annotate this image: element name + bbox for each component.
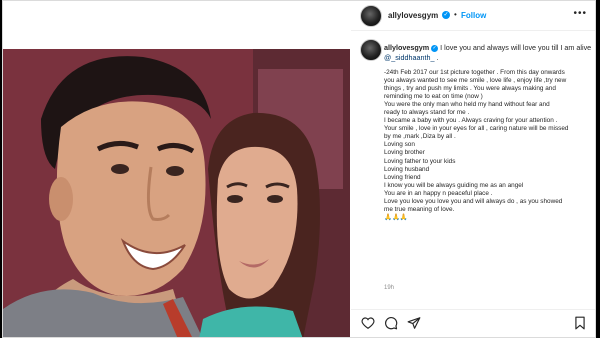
author-username[interactable]: allylovesgym bbox=[388, 11, 438, 20]
author-avatar[interactable] bbox=[360, 5, 382, 27]
verified-badge-icon: ✓ bbox=[442, 11, 450, 19]
caption-line: Loving friend bbox=[384, 173, 421, 181]
caption-emoji-line: 🙏🙏🙏 bbox=[384, 213, 408, 221]
caption-line: -24th Feb 2017 our 1st picture together … bbox=[384, 69, 565, 76]
caption-author-avatar[interactable] bbox=[360, 39, 382, 61]
follow-button[interactable]: Follow bbox=[461, 11, 486, 20]
caption-line: Loving husband bbox=[384, 165, 430, 173]
caption-section: allylovesgym ✓ I love you and always wil… bbox=[351, 31, 595, 293]
caption-line: I know you will be always guiding me as … bbox=[384, 181, 524, 189]
caption-line: you always wanted to see me smile , love… bbox=[384, 77, 567, 85]
caption-body: -24th Feb 2017 our 1st picture together … bbox=[384, 69, 595, 222]
caption-mention-suffix: . bbox=[434, 53, 439, 62]
caption-mention-link[interactable]: @_siddhaanth_ bbox=[384, 53, 434, 62]
more-options-icon[interactable]: ••• bbox=[573, 8, 587, 19]
caption-header: allylovesgym ✓ I love you and always wil… bbox=[384, 43, 592, 62]
post-header: allylovesgym ✓ • Follow ••• bbox=[351, 1, 595, 31]
post-actions-bar bbox=[351, 309, 595, 337]
caption-line: things , try and push my limits . You we… bbox=[384, 85, 556, 93]
share-icon[interactable] bbox=[407, 316, 421, 330]
caption-line: Your smile , love in your eyes for all ,… bbox=[384, 125, 569, 133]
caption-line: Loving son bbox=[384, 141, 415, 149]
caption-lead-text: I love you and always will love you till… bbox=[438, 43, 592, 52]
caption-line: I became a baby with you . Always cravin… bbox=[384, 117, 558, 125]
caption-line: ready to always stand for me . bbox=[384, 109, 470, 117]
post-photo[interactable] bbox=[3, 49, 350, 337]
post-timestamp[interactable]: 19h bbox=[384, 285, 394, 291]
caption-line: You are in an happy n peaceful place . bbox=[384, 189, 493, 197]
caption-line: by me ,mark ,Diza by all . bbox=[384, 133, 456, 141]
caption-line: Loving brother bbox=[384, 149, 425, 157]
caption-line: Loving father to your kids bbox=[384, 157, 456, 165]
caption-line: Love you love you love you and will alwa… bbox=[384, 197, 563, 205]
couple-photo-illustration bbox=[3, 49, 350, 337]
caption-line: me true meaning of love. bbox=[384, 205, 455, 213]
caption-username[interactable]: allylovesgym bbox=[384, 43, 429, 52]
post-sidebar: allylovesgym ✓ • Follow ••• allylovesgym… bbox=[351, 1, 595, 337]
comment-icon[interactable] bbox=[384, 316, 398, 330]
header-separator: • bbox=[454, 10, 457, 19]
caption-line: You were the only man who held my hand w… bbox=[384, 101, 550, 109]
heart-icon[interactable] bbox=[361, 316, 375, 330]
bookmark-icon[interactable] bbox=[573, 316, 587, 330]
caption-line: reminding me to eat on time (now ) bbox=[384, 93, 483, 101]
post-modal: allylovesgym ✓ • Follow ••• allylovesgym… bbox=[2, 0, 596, 338]
